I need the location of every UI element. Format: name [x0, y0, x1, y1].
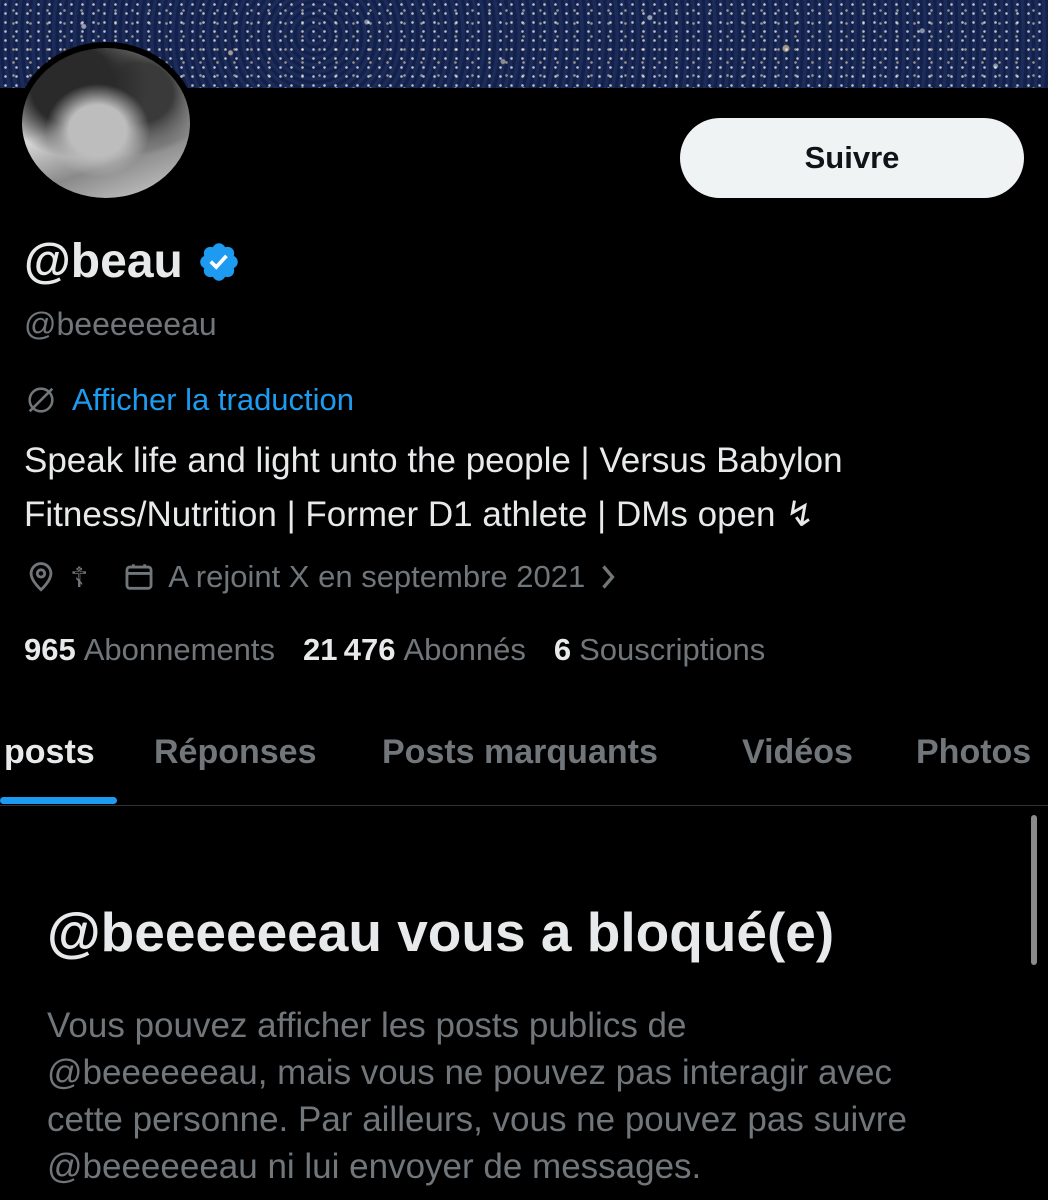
chevron-right-icon[interactable] — [597, 562, 619, 592]
stat-value: 21 476 — [303, 632, 396, 667]
blocked-description-line: cette personne. Par ailleurs, vous ne po… — [47, 1100, 907, 1139]
translate-label[interactable]: Afficher la traduction — [72, 382, 354, 418]
profile-meta: ☦ A rejoint X en septembre 2021 — [24, 556, 619, 598]
scrollbar[interactable] — [1031, 815, 1037, 965]
tab-highlights[interactable]: Posts marquants — [382, 700, 658, 805]
stat-label: Souscriptions — [579, 632, 766, 667]
avatar-image — [22, 48, 190, 198]
location-pin-icon — [29, 562, 53, 592]
verified-badge-icon[interactable] — [197, 240, 241, 284]
translate-link[interactable]: Afficher la traduction — [24, 382, 354, 418]
tab-posts[interactable]: posts — [4, 700, 95, 805]
stat-value: 965 — [24, 632, 76, 667]
blocked-title: @beeeeeeau vous a bloqué(e) — [47, 901, 835, 963]
stat-label: Abonnés — [403, 632, 526, 667]
blocked-description-line: Vous pouvez afficher les posts publics d… — [47, 1006, 687, 1045]
stat-subscriptions[interactable]: 6 Souscriptions — [554, 632, 765, 668]
tab-replies[interactable]: Réponses — [154, 700, 317, 805]
active-tab-indicator — [0, 797, 117, 804]
follow-button[interactable]: Suivre — [680, 118, 1024, 198]
profile-tabs: posts Réponses Posts marquants Vidéos Ph… — [0, 700, 1048, 806]
stat-value: 6 — [553, 632, 572, 667]
globe-slash-icon — [28, 387, 54, 413]
follow-stats: 965 Abonnements 21 476 Abonnés 6 Souscri… — [24, 632, 793, 668]
location-text: ☦ — [70, 561, 89, 593]
stat-followers[interactable]: 21 476 Abonnés — [303, 632, 526, 668]
handle: @beeeeeeau — [24, 306, 217, 342]
blocked-description-line: @beeeeeeau, mais vous ne pouvez pas inte… — [47, 1053, 892, 1092]
display-name-row: @beau — [24, 234, 241, 289]
blocked-description: Vous pouvez afficher les posts publics d… — [47, 1002, 1007, 1190]
tab-videos[interactable]: Vidéos — [742, 700, 853, 805]
tab-photos[interactable]: Photos — [916, 700, 1031, 805]
bio: Speak life and light unto the people | V… — [24, 434, 1024, 542]
blocked-description-line: @beeeeeeau ni lui envoyer de messages. — [47, 1147, 702, 1186]
bio-line: Fitness/Nutrition | Former D1 athlete | … — [24, 495, 815, 534]
bio-line: Speak life and light unto the people | V… — [24, 441, 843, 480]
display-name: @beau — [24, 235, 183, 288]
calendar-icon — [125, 564, 153, 590]
joined-date: A rejoint X en septembre 2021 — [168, 559, 586, 594]
stat-label: Abonnements — [83, 632, 276, 667]
stat-following[interactable]: 965 Abonnements — [24, 632, 275, 668]
avatar[interactable] — [16, 42, 196, 204]
